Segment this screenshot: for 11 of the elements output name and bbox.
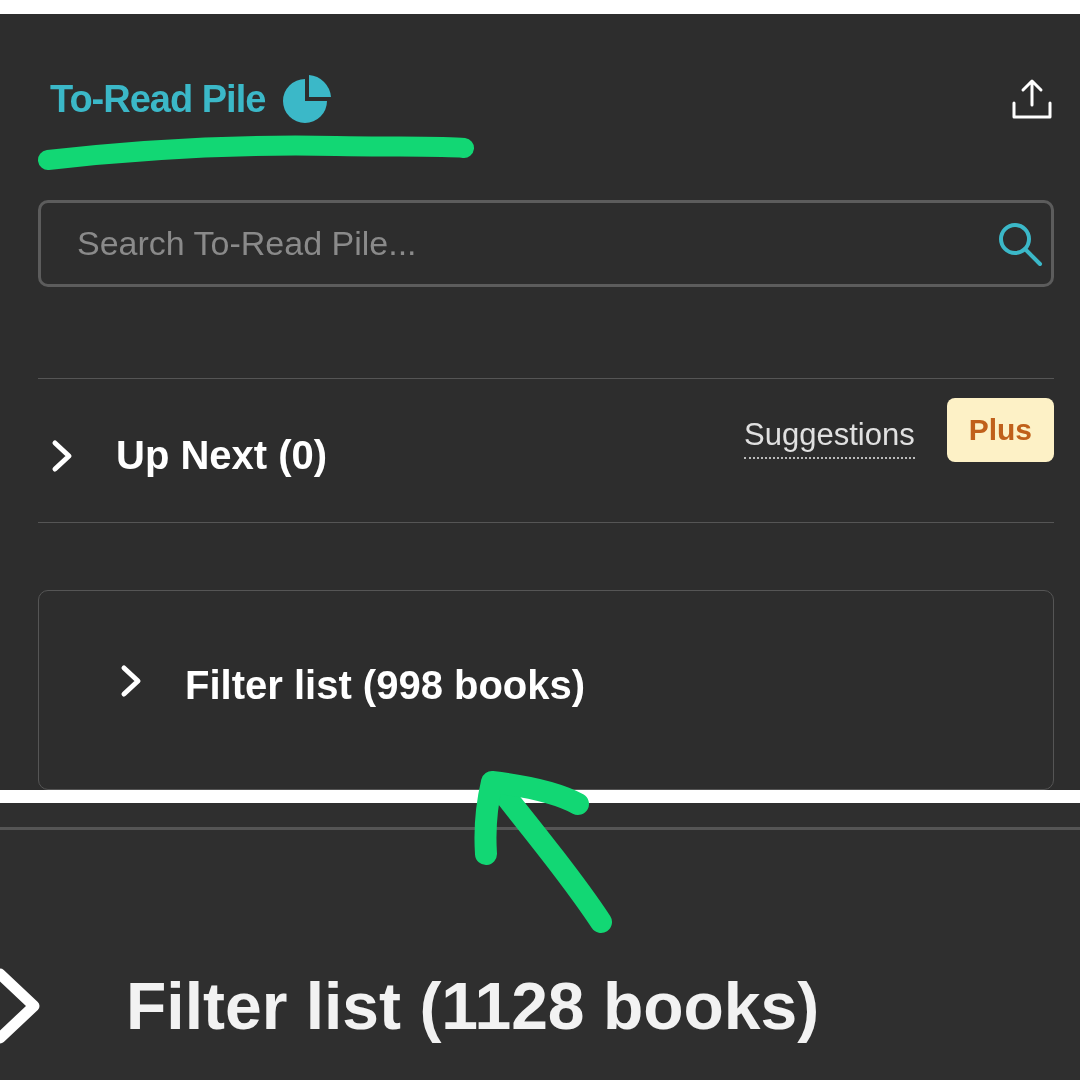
share-icon[interactable]: [1010, 77, 1054, 121]
filter-card[interactable]: Filter list (998 books): [38, 590, 1054, 790]
list-title: To-Read Pile: [50, 77, 266, 121]
chevron-icon[interactable]: [50, 437, 74, 474]
chevron-icon[interactable]: [119, 663, 143, 699]
filter-label: Filter list (1128 books): [126, 968, 820, 1044]
filter-label: Filter list (998 books): [185, 663, 586, 708]
plus-badge[interactable]: Plus: [946, 397, 1054, 462]
search-field[interactable]: Search To-Read Pile...: [38, 200, 1054, 287]
section-heading[interactable]: Up Next (0): [116, 433, 328, 478]
suggestions-link[interactable]: Suggestions: [744, 416, 915, 459]
